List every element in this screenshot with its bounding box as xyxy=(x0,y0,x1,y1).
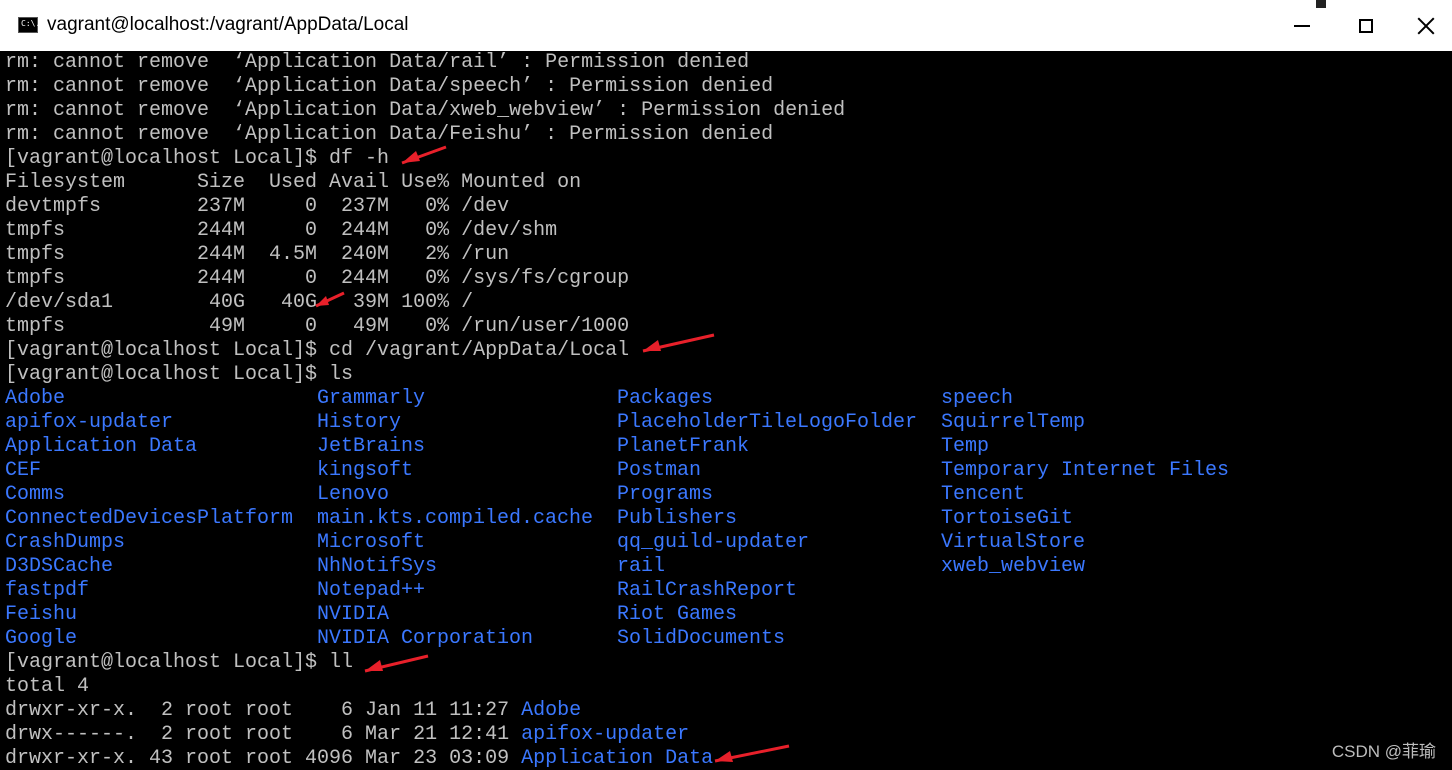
annotation-arrow-icon xyxy=(642,333,715,353)
ls-entry: Publishers xyxy=(617,507,738,530)
terminal-output[interactable]: rm: cannot remove ‘Application Data/rail… xyxy=(0,51,1452,770)
ll-row: drwx------. 2 root root 6 Mar 21 12:41 a… xyxy=(5,723,689,747)
ll-row-name: Adobe xyxy=(521,699,582,722)
df-row: /dev/sda1 40G 40G 39M 100% / xyxy=(5,291,474,314)
ls-entry: NVIDIA xyxy=(317,603,390,626)
prompt-line: [vagrant@localhost Local]$ cd /vagrant/A… xyxy=(5,339,630,362)
df-row: tmpfs 244M 4.5M 240M 2% /run xyxy=(5,243,510,266)
ls-entry: rail xyxy=(617,555,666,578)
maximize-icon xyxy=(1359,18,1373,33)
minimize-button[interactable] xyxy=(1272,0,1332,51)
ls-entry: Google xyxy=(5,627,78,650)
prompt-line: [vagrant@localhost Local]$ ls xyxy=(5,363,354,386)
ls-entry: Feishu xyxy=(5,603,78,626)
ls-entry: D3DSCache xyxy=(5,555,114,578)
ls-entry: speech xyxy=(941,387,1014,410)
ls-entry: apifox-updater xyxy=(5,411,174,434)
scrollbar[interactable] xyxy=(1442,51,1452,770)
ls-entry: kingsoft xyxy=(317,459,414,482)
window-title: vagrant@localhost:/vagrant/AppData/Local xyxy=(47,14,409,35)
df-row: tmpfs 244M 0 244M 0% /sys/fs/cgroup xyxy=(5,267,630,290)
ls-entry: NVIDIA Corporation xyxy=(317,627,534,650)
ls-entry: Temporary Internet Files xyxy=(941,459,1230,482)
ls-entry: TortoiseGit xyxy=(941,507,1074,530)
ls-entry: JetBrains xyxy=(317,435,426,458)
ls-entry: Microsoft xyxy=(317,531,426,554)
ls-entry: fastpdf xyxy=(5,579,90,602)
close-button[interactable] xyxy=(1396,0,1452,51)
ls-entry: PlaceholderTileLogoFolder xyxy=(617,411,918,434)
ls-entry: Temp xyxy=(941,435,990,458)
watermark: CSDN @菲瑜 xyxy=(1331,742,1436,761)
df-row: tmpfs 244M 0 244M 0% /dev/shm xyxy=(5,219,558,242)
df-header: Filesystem Size Used Avail Use% Mounted … xyxy=(5,171,582,194)
ls-entry: Lenovo xyxy=(317,483,390,506)
output-line: rm: cannot remove ‘Application Data/xweb… xyxy=(5,99,846,122)
maximize-button[interactable] xyxy=(1336,0,1396,51)
ls-entry: VirtualStore xyxy=(941,531,1086,554)
ls-entry: xweb_webview xyxy=(941,555,1086,578)
prompt-line: [vagrant@localhost Local]$ ll xyxy=(5,651,354,674)
ls-entry: SquirrelTemp xyxy=(941,411,1086,434)
ls-entry: Application Data xyxy=(5,435,198,458)
ll-row-meta: drwxr-xr-x. 43 root root 4096 Mar 23 03:… xyxy=(5,747,522,770)
ls-entry: Comms xyxy=(5,483,66,506)
terminal-window: C:\. vagrant@localhost:/vagrant/AppData/… xyxy=(0,0,1452,770)
ll-row: drwxr-xr-x. 43 root root 4096 Mar 23 03:… xyxy=(5,747,713,770)
title-bar[interactable]: C:\. vagrant@localhost:/vagrant/AppData/… xyxy=(0,0,1452,52)
ll-row-meta: drwx------. 2 root root 6 Mar 21 12:41 xyxy=(5,723,522,746)
ll-total: total 4 xyxy=(5,675,90,698)
ls-entry: CrashDumps xyxy=(5,531,126,554)
ls-entry: History xyxy=(317,411,402,434)
output-line: rm: cannot remove ‘Application Data/rail… xyxy=(5,51,750,74)
df-row: tmpfs 49M 0 49M 0% /run/user/1000 xyxy=(5,315,630,338)
ls-entry: Programs xyxy=(617,483,714,506)
df-row: devtmpfs 237M 0 237M 0% /dev xyxy=(5,195,510,218)
ls-entry: Postman xyxy=(617,459,702,482)
close-icon xyxy=(1417,17,1435,35)
ls-entry: Riot Games xyxy=(617,603,738,626)
annotation-arrow-icon xyxy=(714,744,790,763)
prompt-line: [vagrant@localhost Local]$ df -h xyxy=(5,147,390,170)
ls-entry: Packages xyxy=(617,387,714,410)
annotation-arrow-icon xyxy=(364,654,429,673)
ls-entry: Notepad++ xyxy=(317,579,426,602)
ls-entry: PlanetFrank xyxy=(617,435,750,458)
ls-entry: CEF xyxy=(5,459,42,482)
minimize-icon xyxy=(1294,24,1310,27)
ls-entry: Adobe xyxy=(5,387,66,410)
output-line: rm: cannot remove ‘Application Data/Feis… xyxy=(5,123,774,146)
ls-entry: qq_guild-updater xyxy=(617,531,810,554)
ll-row-name: apifox-updater xyxy=(521,723,690,746)
ls-entry: ConnectedDevicesPlatform xyxy=(5,507,294,530)
ll-row-name: Application Data xyxy=(521,747,714,770)
ls-entry: NhNotifSys xyxy=(317,555,438,578)
console-icon-text: C:\. xyxy=(21,19,41,28)
ls-entry: main.kts.compiled.cache xyxy=(317,507,594,530)
ll-row: drwxr-xr-x. 2 root root 6 Jan 11 11:27 A… xyxy=(5,699,581,723)
output-line: rm: cannot remove ‘Application Data/spee… xyxy=(5,75,774,98)
ls-entry: Grammarly xyxy=(317,387,426,410)
console-icon: C:\. xyxy=(18,17,41,33)
ls-entry: RailCrashReport xyxy=(617,579,798,602)
ls-entry: Tencent xyxy=(941,483,1026,506)
ll-row-meta: drwxr-xr-x. 2 root root 6 Jan 11 11:27 xyxy=(5,699,522,722)
ls-entry: SolidDocuments xyxy=(617,627,786,650)
